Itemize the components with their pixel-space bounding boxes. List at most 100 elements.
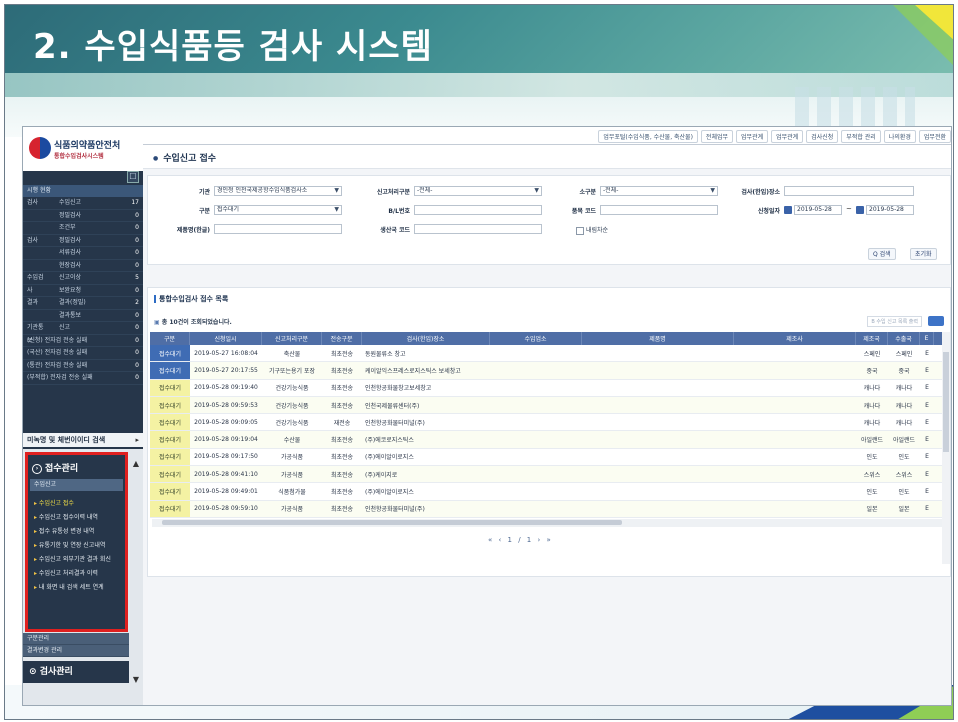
summary-row[interactable]: (신청) 전자검 전송 실패 0 <box>23 335 143 347</box>
table-row[interactable]: 접수대기 2019-05-28 09:19:04 수산물 최초전송 (주)에코로지스틱스… <box>150 431 946 449</box>
summary-row[interactable]: 수입검사 신고이상 5 <box>23 272 143 294</box>
reset-button[interactable]: 초기화 <box>910 248 937 260</box>
chevron-up-icon[interactable]: ▲ <box>133 459 139 468</box>
menu-item[interactable]: 수입신고 접수 <box>30 497 124 511</box>
column-header[interactable]: 전송구분 <box>322 332 362 345</box>
report-type-select[interactable]: -전체- ▼ <box>414 186 542 196</box>
column-header[interactable]: 제조사 <box>734 332 856 345</box>
logo[interactable]: 식품의약품안전처 통합수입검사시스템 <box>23 127 143 171</box>
menu-subheader[interactable]: 수입신고 <box>30 479 123 491</box>
summary-label: 정밀검사 <box>59 211 82 219</box>
table-row[interactable]: 접수대기 2019-05-28 09:41:10 가공식품 최초전송 (주)케이지로 스위… <box>150 466 946 484</box>
category-select[interactable]: -전체- ▼ <box>600 186 718 196</box>
date-to-input[interactable]: 2019-05-28 <box>866 205 914 215</box>
column-header[interactable]: 검사(한입)장소 <box>362 332 490 345</box>
table-row[interactable]: 접수대기 2019-05-27 20:17:55 기구또는용기 포장 최초전송 케이알익… <box>150 362 946 380</box>
institution-select[interactable]: 경인청 인천국제공항수입식품검사소 ▼ <box>214 186 342 196</box>
excel-download-button[interactable] <box>928 316 944 326</box>
column-header[interactable]: 제조국 <box>856 332 888 345</box>
grid-horizontal-scrollbar[interactable] <box>152 519 942 527</box>
column-header[interactable]: 제품명 <box>582 332 734 345</box>
table-cell-status: 접수대기 <box>150 396 190 414</box>
pagination[interactable]: « ‹ 1 / 1 › » <box>488 536 553 544</box>
top-nav-link[interactable]: 전체업무 <box>700 130 734 143</box>
column-header[interactable]: 구분 <box>150 332 190 345</box>
app-screenshot: 식품의약품안전처 통합수입검사시스템 ☐ 시행 현황 검사 수입신고 17 정밀검사 0… <box>22 126 952 706</box>
table-row[interactable]: 접수대기 2019-05-27 16:08:04 축산물 최초전송 동원물류소 창고 스페… <box>150 345 946 363</box>
summary-row[interactable]: (통관) 전자검 전송 실패 0 <box>23 360 143 372</box>
summary-row[interactable]: 서류검사 0 <box>23 247 143 260</box>
menu-extra-item[interactable]: 결과변경 관리 <box>23 645 129 657</box>
menu-item[interactable]: 내 화면 내 검색 세트 연계 <box>30 581 124 595</box>
menu-section-inspection[interactable]: ⊙ 검사관리 <box>23 661 129 683</box>
menu-item[interactable]: 수입신고 처리결과 이력 <box>30 567 124 581</box>
summary-row[interactable]: 결과 결과(정밀) 2 <box>23 297 143 310</box>
scroll-thumb[interactable] <box>943 352 949 452</box>
table-cell-country: 아일랜드 <box>860 437 884 445</box>
table-cell-datetime: 2019-05-28 09:59:10 <box>194 505 258 513</box>
table-row[interactable]: 접수대기 2019-05-28 09:17:50 가공식품 최초전송 (주)에이알이로지… <box>150 448 946 467</box>
top-nav-link[interactable]: 업무전환 <box>918 130 951 143</box>
top-nav-link[interactable]: 업무관계 <box>736 130 769 143</box>
table-row[interactable]: 접수대기 2019-05-28 09:59:53 건강기능식품 최초전송 인천국제물류센… <box>150 396 946 415</box>
item-code-input[interactable] <box>600 205 718 215</box>
column-header[interactable]: E <box>920 332 934 345</box>
table-row[interactable]: 접수대기 2019-05-28 09:19:40 건강기능식품 최초전송 인천항공화물창… <box>150 379 946 397</box>
table-cell-trans: 최초전송 <box>330 385 354 393</box>
menu-item[interactable]: 접수 유통성 변경 내역 <box>30 525 124 539</box>
column-header[interactable]: 신고처리구분 <box>262 332 322 345</box>
menu-extra-items: 구분관리 결과변경 관리 <box>23 633 129 657</box>
menu-title[interactable]: › 접수관리 <box>32 461 78 474</box>
top-nav-link[interactable]: 검사신청 <box>806 130 839 143</box>
summary-label: 서류검사 <box>59 249 82 256</box>
menu-item[interactable]: 유통기한 및 연장 신고내역 <box>30 539 124 553</box>
summary-row[interactable]: (국산) 전자검 전송 실패 0 <box>23 347 143 360</box>
summary-row[interactable]: 조건부 0 <box>23 222 143 235</box>
summary-row[interactable]: 검사 수입신고 17 <box>23 197 143 210</box>
column-header[interactable]: 수입업소 <box>490 332 582 345</box>
column-header[interactable]: 수출국 <box>888 332 920 345</box>
calendar-icon[interactable] <box>784 206 792 214</box>
sort-desc-checkbox[interactable]: 내림차순 <box>576 225 608 235</box>
table-cell-country: 캐나다 <box>863 385 881 393</box>
summary-row[interactable]: 현장검사 0 <box>23 260 143 272</box>
search-button[interactable]: Q 검색 <box>868 248 896 260</box>
grid-vertical-scrollbar[interactable] <box>942 332 950 564</box>
table-cell-e: E <box>925 349 929 357</box>
product-name-input[interactable] <box>214 224 342 234</box>
table-cell-proc: 건강기능식품 <box>275 385 309 393</box>
column-header[interactable]: 신청일시 <box>190 332 262 345</box>
sidebar-toggle-icon[interactable]: ☐ <box>127 171 139 183</box>
country-code-input[interactable] <box>414 224 542 234</box>
table-row[interactable]: 접수대기 2019-05-28 09:49:01 식품첨가물 최초전송 (주)에이알이로… <box>150 483 946 501</box>
summary-row[interactable]: 기관통보 신고 0 <box>23 322 143 344</box>
table-cell-e: E <box>925 470 929 478</box>
bl-number-input[interactable] <box>414 205 542 215</box>
result-list-panel: 통합수입검사 접수 목록 총 10건이 조회되었습니다. B 수입 신고 목록 … <box>147 287 951 577</box>
table-cell-country: 캐나다 <box>863 419 881 427</box>
print-list-button[interactable]: B 수입 신고 목록 출력 <box>867 316 922 327</box>
top-nav-link[interactable]: 부적합 관리 <box>841 130 881 143</box>
summary-row[interactable]: (부적합) 전자검 전송 실패 0 <box>23 372 143 385</box>
summary-row[interactable]: 검사 정밀검사 0 <box>23 235 143 247</box>
summary-row[interactable]: 결과통보 0 <box>23 310 143 322</box>
sidebar-search-bar[interactable]: 미녹명 및 체번이이디 검색 ▸ <box>23 433 143 447</box>
table-row[interactable]: 접수대기 2019-05-28 09:09:05 건강기능식품 재전송 인천항공화물터미… <box>150 414 946 432</box>
menu-extra-item[interactable]: 구분관리 <box>23 633 129 645</box>
table-row[interactable]: 접수대기 2019-05-28 09:59:10 가공식품 최초전송 인천항공화물터미널… <box>150 500 946 518</box>
chevron-down-icon[interactable]: ▼ <box>133 675 139 684</box>
scroll-thumb[interactable] <box>162 520 622 525</box>
table-cell-place: (주)에이알이로지스 <box>365 489 414 497</box>
date-from-input[interactable]: 2019-05-28 <box>794 205 842 215</box>
top-nav-link[interactable]: 나의환경 <box>883 130 916 143</box>
table-cell-exporter: 아일랜드 <box>892 437 916 445</box>
status-select[interactable]: 접수대기 ▼ <box>214 205 342 215</box>
inspection-place-input[interactable] <box>784 186 914 196</box>
summary-row[interactable]: 보완요청 0 <box>23 285 143 297</box>
top-nav-link[interactable]: 업무포털(수입식품, 수산물, 축산물) <box>598 130 698 143</box>
top-nav-link[interactable]: 업무관계 <box>771 130 804 143</box>
menu-item[interactable]: 수입신고 접수이력 내역 <box>30 511 124 525</box>
summary-row[interactable]: 정밀검사 0 <box>23 210 143 222</box>
menu-item[interactable]: 수입신고 외부기관 결과 회신 <box>30 553 124 567</box>
calendar-icon[interactable] <box>856 206 864 214</box>
